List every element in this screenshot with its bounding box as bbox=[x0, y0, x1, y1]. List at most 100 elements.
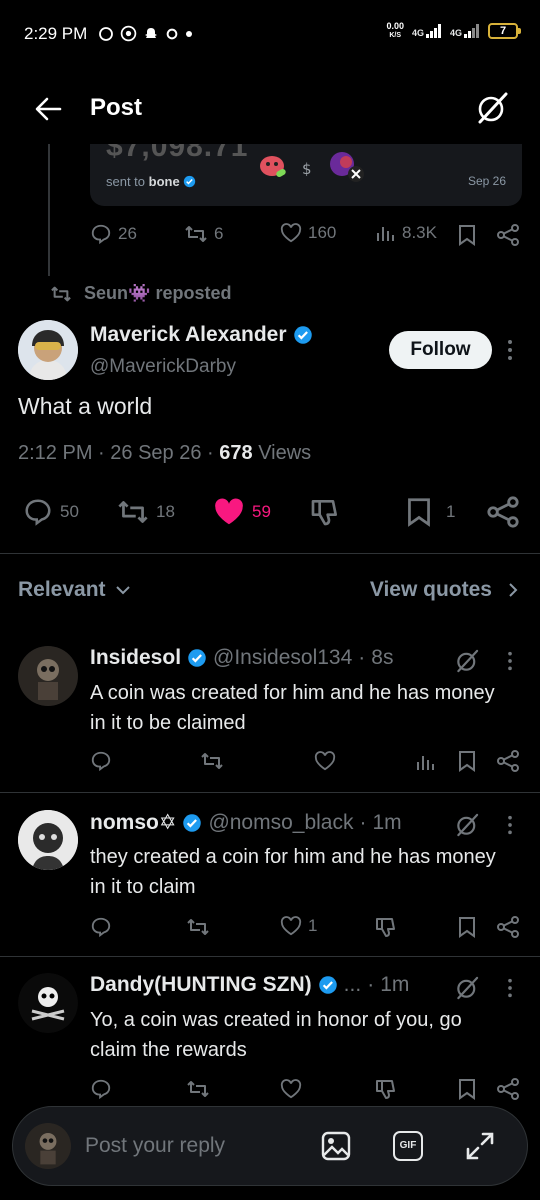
reply-text: Yo, a coin was created in honor of you, … bbox=[90, 1009, 462, 1061]
grok-icon[interactable] bbox=[454, 975, 480, 1001]
grok-icon[interactable] bbox=[454, 812, 480, 838]
reply-icon bbox=[25, 499, 51, 526]
more-options-icon[interactable] bbox=[506, 650, 514, 672]
grok-icon[interactable] bbox=[474, 90, 510, 126]
sort-label: Relevant bbox=[18, 578, 106, 601]
reply-author-name[interactable]: Insidesol bbox=[90, 646, 181, 670]
follow-button[interactable]: Follow bbox=[389, 331, 492, 369]
verified-badge-icon bbox=[184, 175, 196, 188]
grok-icon[interactable] bbox=[454, 648, 480, 674]
repost-indicator[interactable]: Seun👾 reposted bbox=[50, 283, 231, 304]
share-icon[interactable] bbox=[496, 223, 520, 247]
reply-author-name[interactable]: nomso✡ bbox=[90, 810, 176, 835]
status-time: 2:29 PM bbox=[24, 24, 88, 43]
reply-like-count: 1 bbox=[308, 916, 318, 935]
reply-avatar[interactable] bbox=[18, 973, 78, 1033]
quoted-post-card[interactable]: $7,098.71 $ sent to bone Sep 26 bbox=[90, 130, 522, 206]
share-icon[interactable] bbox=[496, 749, 520, 773]
bookmark-icon[interactable] bbox=[458, 1078, 476, 1100]
reply-composer[interactable]: Post your reply GIF bbox=[12, 1106, 528, 1186]
reply-header: Dandy(HUNTING SZN) ... · 1m bbox=[90, 973, 410, 997]
verified-badge-icon bbox=[293, 326, 312, 344]
share-icon[interactable] bbox=[496, 1077, 520, 1101]
reply-item[interactable]: Insidesol @Insidesol134 · 8s A coin was … bbox=[0, 646, 540, 786]
reply-author-name[interactable]: Dandy(HUNTING SZN) bbox=[90, 973, 312, 997]
network-type-2: 4G bbox=[449, 28, 462, 38]
avatar-image bbox=[18, 320, 78, 380]
author-name[interactable]: Maverick Alexander bbox=[90, 323, 313, 347]
reply-count: 50 bbox=[60, 502, 79, 521]
share-icon[interactable] bbox=[486, 495, 520, 529]
quoted-repost-count: 6 bbox=[214, 224, 224, 243]
repost-button[interactable]: 18 bbox=[116, 497, 175, 527]
reply-icon[interactable] bbox=[90, 916, 112, 938]
like-button[interactable]: 59 bbox=[212, 497, 271, 527]
gif-button[interactable]: GIF bbox=[393, 1131, 423, 1161]
reply-text: they created a coin for him and he has m… bbox=[90, 846, 496, 898]
quoted-like-button[interactable]: 160 bbox=[280, 223, 336, 243]
dislike-icon[interactable] bbox=[308, 496, 342, 528]
quoted-repost-button[interactable]: 6 bbox=[184, 223, 223, 245]
bookmark-icon[interactable] bbox=[458, 750, 476, 772]
dislike-icon[interactable] bbox=[374, 915, 398, 939]
divider bbox=[0, 956, 540, 957]
reply-author-handle[interactable]: @nomso_black bbox=[208, 811, 353, 835]
reply-avatar[interactable] bbox=[18, 646, 78, 706]
more-options-icon[interactable] bbox=[506, 814, 514, 836]
view-quotes-link[interactable]: View quotes bbox=[370, 578, 518, 602]
reply-icon[interactable] bbox=[90, 1078, 112, 1100]
quoted-date: Sep 26 bbox=[467, 174, 506, 188]
heart-icon[interactable] bbox=[314, 751, 336, 771]
repost-icon[interactable] bbox=[186, 1078, 210, 1100]
whatsapp-icon bbox=[120, 25, 137, 42]
reply-button[interactable]: 50 bbox=[22, 497, 79, 527]
gif-label: GIF bbox=[399, 1140, 417, 1151]
dot-icon bbox=[186, 30, 192, 37]
status-bar: 2:29 PM 0.00 K/S 4G 4G 7 bbox=[0, 0, 540, 70]
share-icon[interactable] bbox=[496, 915, 520, 939]
reply-item[interactable]: Dandy(HUNTING SZN) ... · 1m Yo, a coin w… bbox=[0, 973, 540, 1103]
network-type-1: 4G bbox=[411, 28, 424, 38]
my-avatar[interactable] bbox=[25, 1123, 71, 1169]
post-text: What a world bbox=[18, 393, 153, 419]
bookmark-icon[interactable] bbox=[458, 916, 476, 938]
reply-author-handle[interactable]: @Insidesol134 bbox=[213, 646, 352, 670]
image-icon[interactable] bbox=[321, 1131, 351, 1161]
svg-text:$: $ bbox=[302, 160, 312, 176]
dislike-icon[interactable] bbox=[374, 1077, 398, 1101]
more-options-icon[interactable] bbox=[506, 338, 514, 362]
reply-header: Insidesol @Insidesol134 · 8s bbox=[90, 646, 394, 670]
reply-author-handle[interactable]: ... bbox=[344, 973, 362, 997]
quoted-reply-count: 26 bbox=[118, 224, 137, 243]
signal-1: 4G bbox=[412, 24, 442, 38]
sync-icon bbox=[166, 28, 178, 39]
bookmark-button[interactable]: 1 bbox=[406, 497, 455, 527]
reply-item[interactable]: nomso✡ @nomso_black · 1m they created a … bbox=[0, 810, 540, 950]
repost-icon[interactable] bbox=[186, 916, 210, 938]
author-avatar[interactable] bbox=[18, 320, 78, 380]
avatar-image bbox=[25, 1123, 71, 1169]
like-button[interactable]: 1 bbox=[280, 916, 317, 936]
reply-text: A coin was created for him and he has mo… bbox=[90, 682, 495, 734]
quoted-reply-button[interactable]: 26 bbox=[90, 223, 137, 245]
view-quotes-label: View quotes bbox=[369, 578, 492, 601]
bookmark-icon[interactable] bbox=[458, 224, 476, 246]
author-handle[interactable]: @MaverickDarby bbox=[90, 356, 236, 378]
notification-icons bbox=[98, 25, 193, 42]
reply-time: 8s bbox=[371, 646, 394, 669]
reply-input-placeholder[interactable]: Post your reply bbox=[85, 1134, 225, 1158]
sort-dropdown[interactable]: Relevant bbox=[18, 578, 130, 602]
avatar-image bbox=[18, 973, 78, 1033]
more-options-icon[interactable] bbox=[506, 977, 514, 999]
quoted-views-button[interactable]: 8.3K bbox=[376, 223, 437, 243]
repost-icon[interactable] bbox=[200, 750, 224, 772]
back-arrow-icon[interactable] bbox=[34, 96, 62, 122]
views-icon[interactable] bbox=[416, 752, 436, 772]
reply-avatar[interactable] bbox=[18, 810, 78, 870]
reply-icon[interactable] bbox=[90, 750, 112, 772]
page-title: Post bbox=[90, 94, 143, 121]
expand-icon[interactable] bbox=[465, 1131, 495, 1161]
verified-badge-icon bbox=[183, 813, 202, 832]
chevron-right-icon bbox=[509, 583, 518, 597]
heart-icon[interactable] bbox=[280, 1079, 302, 1099]
